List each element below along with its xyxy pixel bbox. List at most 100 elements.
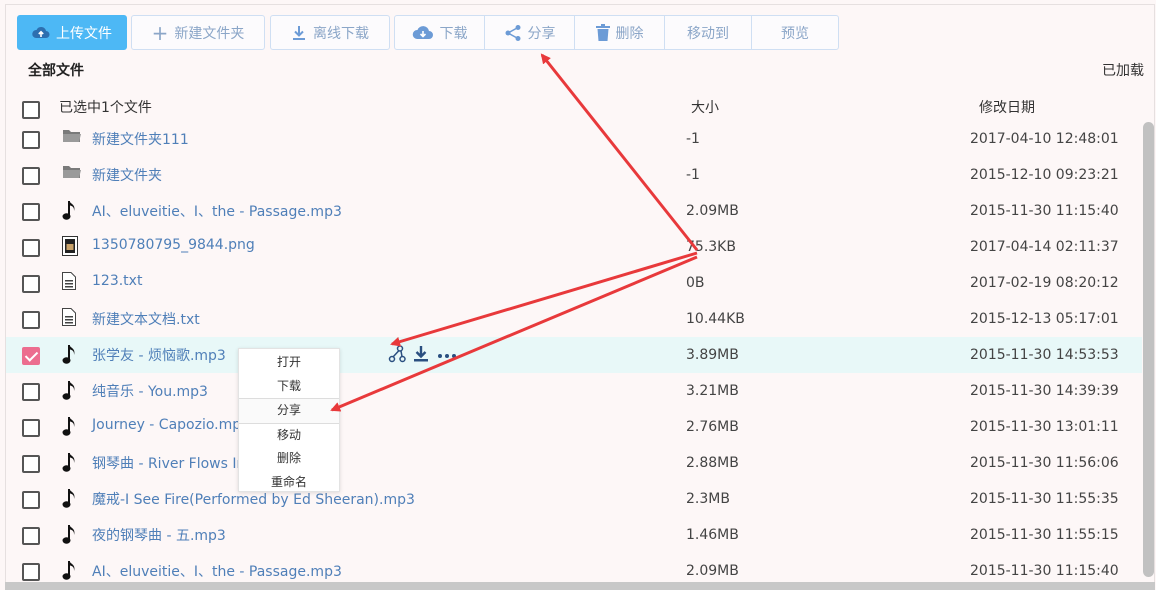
column-header-size[interactable]: 大小 [691, 97, 719, 117]
select-all-checkbox[interactable] [22, 101, 40, 119]
row-checkbox[interactable] [22, 347, 40, 365]
file-size: 2.09MB [686, 203, 739, 219]
menu-item-open[interactable]: 打开 [239, 351, 339, 375]
menu-item-delete[interactable]: 删除 [239, 447, 339, 471]
horizontal-scrollbar[interactable] [5, 582, 1155, 590]
file-name-link[interactable]: 新建文件夹 [92, 165, 162, 185]
file-date: 2015-11-30 11:55:35 [970, 491, 1119, 507]
file-date: 2015-11-30 11:15:40 [970, 563, 1119, 579]
move-to-label: 移动到 [687, 25, 729, 42]
row-checkbox[interactable] [22, 455, 40, 473]
file-name-link[interactable]: 123.txt [92, 273, 142, 289]
file-date: 2015-11-30 11:15:40 [970, 203, 1119, 219]
file-name-link[interactable]: 钢琴曲 - River Flows In [92, 453, 245, 473]
row-checkbox[interactable] [22, 563, 40, 581]
file-name-link[interactable]: 新建文本文档.txt [92, 309, 200, 329]
upload-label: 上传文件 [56, 25, 112, 42]
trash-icon [595, 24, 610, 41]
menu-item-move[interactable]: 移动 [239, 424, 339, 448]
file-size: 2.88MB [686, 455, 739, 471]
download-label: 下载 [439, 25, 468, 42]
file-date: 2017-02-19 08:20:12 [970, 275, 1119, 291]
file-size: -1 [686, 131, 700, 147]
offline-download-label: 离线下载 [313, 25, 369, 42]
music-note-icon [62, 452, 82, 472]
column-header-date[interactable]: 修改日期 [979, 97, 1035, 117]
file-size: 3.21MB [686, 383, 739, 399]
download-icon[interactable] [412, 345, 430, 363]
music-note-icon [62, 416, 82, 436]
image-file-icon [62, 236, 82, 256]
file-date: 2015-11-30 14:39:39 [970, 383, 1119, 399]
context-menu: 打开 下载 分享 移动 删除 重命名 [238, 348, 340, 492]
file-size: 3.89MB [686, 347, 739, 363]
file-date: 2015-11-30 14:53:53 [970, 347, 1119, 363]
folder-icon [62, 128, 82, 148]
share-label: 分享 [527, 25, 556, 42]
delete-button[interactable]: 删除 [574, 15, 665, 50]
file-name-link[interactable]: 1350780795_9844.png [92, 237, 255, 253]
file-size: 1.46MB [686, 527, 739, 543]
row-checkbox[interactable] [22, 383, 40, 401]
file-date: 2015-11-30 11:56:06 [970, 455, 1119, 471]
delete-label: 删除 [615, 25, 644, 42]
file-name-link[interactable]: AI、eluveitie、I、the - Passage.mp3 [92, 561, 342, 581]
row-checkbox[interactable] [22, 203, 40, 221]
folder-icon [62, 164, 82, 184]
row-checkbox[interactable] [22, 239, 40, 257]
share-icon [505, 24, 520, 41]
menu-item-share[interactable]: 分享 [239, 398, 339, 424]
loaded-status: 已加载 [1102, 63, 1144, 79]
music-note-icon [62, 488, 82, 508]
menu-item-rename[interactable]: 重命名 [239, 471, 339, 495]
new-folder-label: 新建文件夹 [174, 25, 245, 42]
selection-info: 已选中1个文件 [59, 100, 152, 116]
move-to-button[interactable]: 移动到 [664, 15, 752, 50]
new-folder-button[interactable]: + 新建文件夹 [131, 15, 265, 50]
file-size: 75.3KB [686, 239, 736, 255]
plus-icon: + [151, 20, 169, 45]
row-checkbox[interactable] [22, 131, 40, 149]
row-actions [388, 345, 458, 363]
menu-item-download[interactable]: 下载 [239, 375, 339, 399]
file-date: 2017-04-10 12:48:01 [970, 131, 1119, 147]
music-note-icon [62, 344, 82, 364]
download-icon [293, 25, 305, 40]
share-button[interactable]: 分享 [484, 15, 575, 50]
more-options-icon[interactable] [436, 345, 458, 363]
file-date: 2015-11-30 11:55:15 [970, 527, 1119, 543]
offline-download-button[interactable]: 离线下载 [270, 15, 390, 50]
file-size: 2.09MB [686, 563, 739, 579]
file-size: 0B [686, 275, 705, 291]
cloud-upload-icon [32, 26, 50, 38]
row-checkbox[interactable] [22, 311, 40, 329]
file-date: 2017-04-14 02:11:37 [970, 239, 1119, 255]
row-checkbox[interactable] [22, 167, 40, 185]
row-checkbox[interactable] [22, 527, 40, 545]
music-note-icon [62, 380, 82, 400]
row-checkbox[interactable] [22, 275, 40, 293]
download-button[interactable]: 下载 [394, 15, 485, 50]
row-checkbox[interactable] [22, 491, 40, 509]
file-name-link[interactable]: 张学友 - 烦恼歌.mp3 [92, 345, 226, 365]
preview-button[interactable]: 预览 [751, 15, 839, 50]
file-size: -1 [686, 167, 700, 183]
music-note-icon [62, 200, 82, 220]
file-name-link[interactable]: 新建文件夹111 [92, 129, 189, 149]
upload-button[interactable]: 上传文件 [17, 15, 127, 50]
file-name-link[interactable]: 夜的钢琴曲 - 五.mp3 [92, 525, 226, 545]
file-name-link[interactable]: Journey - Capozio.mp [92, 417, 241, 433]
text-file-icon [62, 308, 82, 328]
file-date: 2015-11-30 13:01:11 [970, 419, 1119, 435]
file-date: 2015-12-10 09:23:21 [970, 167, 1119, 183]
file-name-link[interactable]: 纯音乐 - You.mp3 [92, 381, 208, 401]
share-icon[interactable] [388, 345, 406, 363]
music-note-icon [62, 524, 82, 544]
row-checkbox[interactable] [22, 419, 40, 437]
scrollbar-thumb[interactable] [1143, 122, 1154, 577]
file-name-link[interactable]: AI、eluveitie、I、the - Passage.mp3 [92, 201, 342, 221]
breadcrumb[interactable]: 全部文件 [28, 60, 84, 80]
file-size: 2.3MB [686, 491, 730, 507]
file-size: 2.76MB [686, 419, 739, 435]
preview-label: 预览 [781, 25, 809, 42]
